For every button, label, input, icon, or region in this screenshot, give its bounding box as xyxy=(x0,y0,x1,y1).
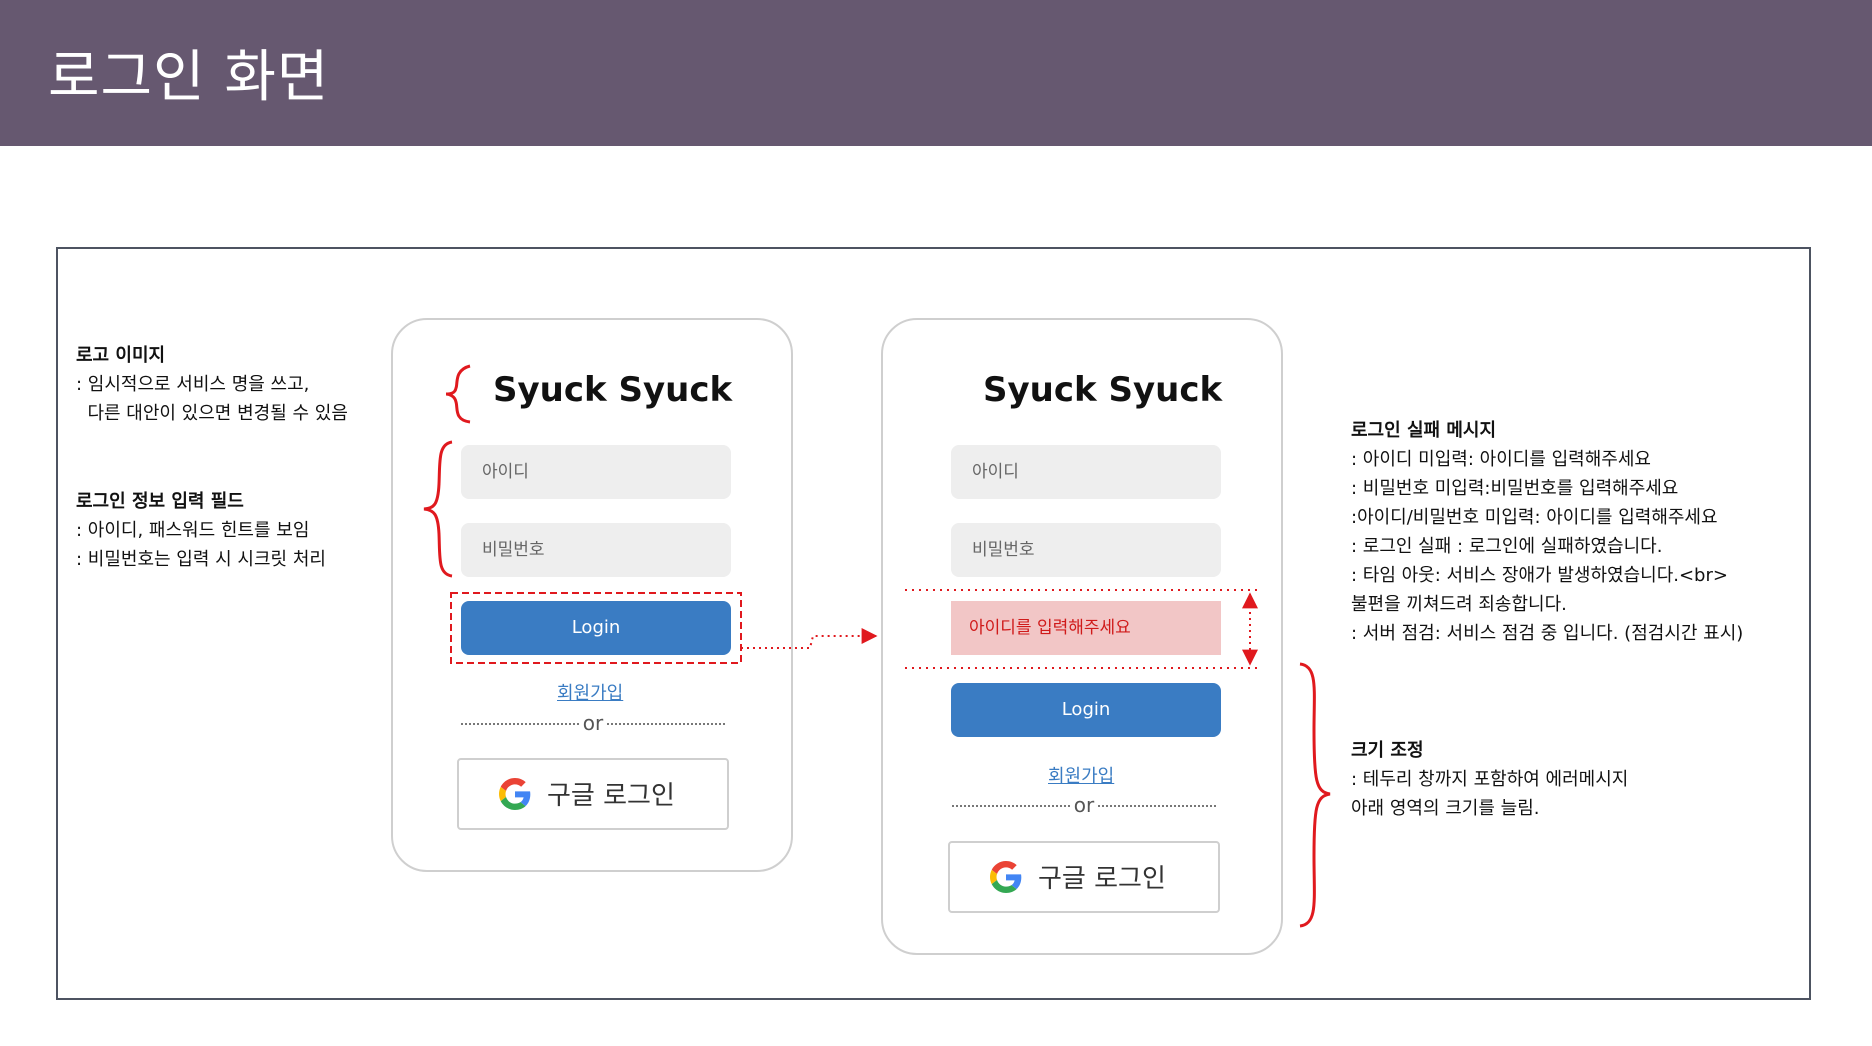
login-button-highlight xyxy=(450,592,742,664)
annotation-overlay xyxy=(423,364,1331,928)
connector-arrow xyxy=(741,628,878,649)
resize-bracket xyxy=(1299,662,1331,928)
fields-bracket xyxy=(423,440,453,578)
logo-bracket xyxy=(445,364,471,424)
